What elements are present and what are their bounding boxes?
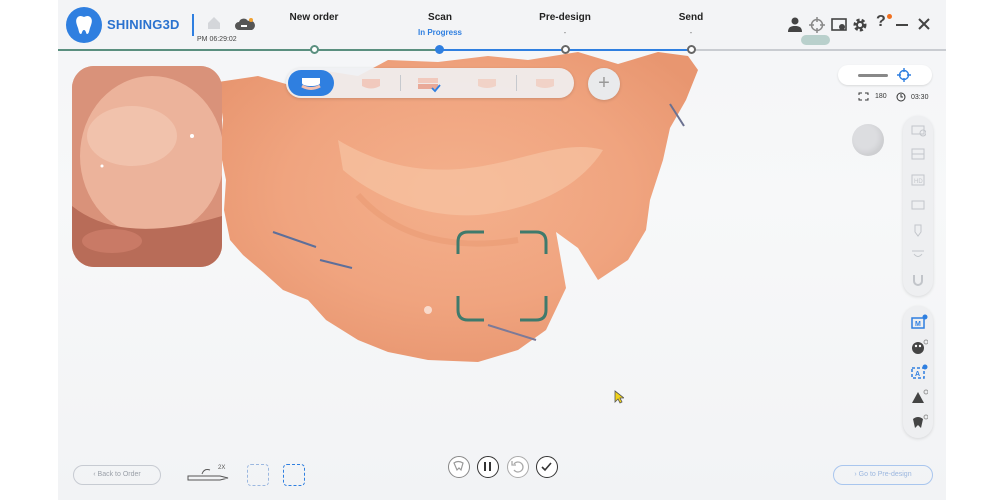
lower-jaw-button[interactable] [348,70,394,96]
mode-divider [516,75,517,91]
upper-prep-button[interactable] [464,70,510,96]
tooth-view-icon [453,460,464,472]
lower-prep-icon [536,79,554,88]
scanner-zoom-icon[interactable] [186,462,236,486]
scan-mode-selector [286,68,574,98]
trim-icon[interactable] [910,122,927,138]
scanner-wand-icon [858,74,888,77]
frame-count: 180 [858,92,887,101]
auto-align-icon[interactable]: A [910,364,928,380]
add-scan-button[interactable]: + [588,68,620,100]
lower-arch-frame-icon[interactable] [283,464,305,486]
clock-icon [896,92,906,102]
texture-icon[interactable] [910,197,926,213]
tooth-view-button[interactable] [448,456,470,478]
lower-prep-button[interactable] [522,70,568,96]
camera-preview [72,66,222,267]
frame-count-icon [858,92,869,101]
frame-count-value: 180 [874,93,887,101]
pause-icon [484,462,491,471]
go-to-pre-design-label: Go to Pre-design [858,471,912,478]
arch-icon[interactable] [910,247,926,263]
tool-panel-upper: HD [903,116,933,296]
bite-button[interactable] [406,70,452,96]
tool-panel-lower: M A [903,306,933,438]
view-orientation-cube-icon[interactable] [852,124,884,156]
back-to-order-label: Back to Order [97,471,141,478]
scan-timer-value: 03:30 [910,93,929,101]
confirm-button[interactable] [536,456,558,478]
back-to-order-button[interactable]: ‹ Back to Order [73,465,161,485]
upper-jaw-button[interactable] [288,70,334,96]
lower-jaw-icon [362,79,380,89]
scanner-app-window: SHINING3D PM 06:29:02 New order Scan In … [58,0,946,500]
lock-area-icon[interactable] [910,146,926,162]
hd-icon[interactable]: HD [910,172,926,188]
color-palette-icon[interactable] [910,339,929,355]
focus-frame [456,230,548,322]
scanner-selector[interactable] [838,65,932,85]
magnet-icon[interactable] [910,272,926,288]
upper-jaw-icon [301,78,321,90]
zoom-label: 2X [218,465,226,471]
upper-arch-frame-icon[interactable] [247,464,269,486]
bite-icon [418,78,441,93]
tooth-tool-icon[interactable] [910,222,926,238]
tooth-mark-icon[interactable] [910,414,929,430]
go-to-pre-design-button[interactable]: › Go to Pre-design [833,465,933,485]
undo-button[interactable] [507,456,529,478]
landmark-icon[interactable] [910,389,929,405]
svg-text:M: M [915,321,921,328]
mode-divider [400,75,401,91]
upper-prep-icon [478,79,496,88]
measure-icon[interactable]: M [910,314,928,330]
pause-button[interactable] [477,456,499,478]
scan-timer: 03:30 [896,92,928,102]
check-icon [541,462,552,472]
svg-text:A: A [915,371,920,378]
svg-text:HD: HD [914,179,923,185]
undo-icon [511,461,524,473]
mouse-cursor-icon [614,390,624,404]
